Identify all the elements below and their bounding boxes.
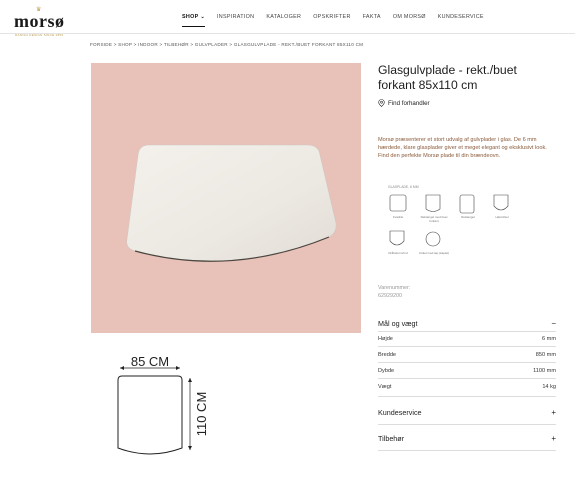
shape-overview: GLASPLADE, 6 MM Kvadrat Rektangel med bu… xyxy=(382,185,532,275)
tilbehor-accordion[interactable]: Tilbehør + xyxy=(378,434,556,443)
divider xyxy=(378,450,556,451)
nav-item-opskrifter[interactable]: OPSKRIFTER xyxy=(313,14,350,20)
nav-item-kataloger[interactable]: KATALOGER xyxy=(266,14,301,20)
shape-label: Rektangel med buet forkant xyxy=(420,215,448,223)
divider xyxy=(378,331,556,332)
shape-label: Rektangel xyxy=(461,215,475,219)
nav-item-kundeservice[interactable]: KUNDESERVICE xyxy=(438,14,484,20)
product-description: Morsø præsenterer et stort udvalg af gul… xyxy=(378,137,547,159)
nav-item-fakta[interactable]: FAKTA xyxy=(363,14,381,20)
expand-icon[interactable]: + xyxy=(551,434,556,443)
location-pin-icon xyxy=(378,99,385,107)
divider xyxy=(378,424,556,425)
variant-label: Varenummer: xyxy=(378,285,411,291)
shape-label: Kvadrat xyxy=(392,215,404,219)
height-label: 110 CM xyxy=(194,392,209,437)
nav-item-shop[interactable]: SHOP ⌄ xyxy=(182,14,205,27)
spec-row: Dybde 1100 mm xyxy=(378,368,556,374)
tilbehor-heading: Tilbehør xyxy=(378,434,405,443)
divider xyxy=(378,396,556,397)
divider xyxy=(378,378,556,379)
nav-item-om-morso[interactable]: OM MORSØ xyxy=(393,14,426,20)
shape-label: Cirkel med tap (kaplet) xyxy=(418,251,450,255)
breadcrumb[interactable]: FORSIDE > SHOP > INDOOR > TILBEHØR > GUL… xyxy=(90,42,363,47)
kundeservice-accordion[interactable]: Kundeservice + xyxy=(378,408,556,417)
dimension-drawing: 85 CM 110 CM xyxy=(100,350,220,465)
brand-name: morsø xyxy=(14,11,65,31)
product-image[interactable] xyxy=(91,63,361,333)
main-nav: SHOP ⌄ INSPIRATION KATALOGER OPSKRIFTER F… xyxy=(182,14,496,27)
spec-row: Vægt 14 kg xyxy=(378,384,556,390)
product-info: Glasgulvplade - rekt./buet forkant 85x11… xyxy=(378,63,556,451)
glass-plate-image xyxy=(126,144,337,262)
specs-heading: Mål og vægt xyxy=(378,319,418,328)
product-title: Glasgulvplade - rekt./buet forkant 85x11… xyxy=(378,63,517,92)
collapse-icon[interactable]: − xyxy=(551,319,556,328)
find-dealer-link[interactable]: Find forhandler xyxy=(378,99,430,107)
width-label: 85 CM xyxy=(131,354,169,369)
shape-label: Dråbeform/rnd xyxy=(388,251,408,255)
spec-row: Højde 6 mm xyxy=(378,336,556,342)
expand-icon[interactable]: + xyxy=(551,408,556,417)
shape-label: Halvcirkel xyxy=(495,215,509,219)
spec-row: Bredde 850 mm xyxy=(378,352,556,358)
nav-item-inspiration[interactable]: INSPIRATION xyxy=(217,14,254,20)
divider xyxy=(378,362,556,363)
chevron-down-icon: ⌄ xyxy=(200,14,205,20)
find-dealer-label: Find forhandler xyxy=(388,99,430,107)
divider xyxy=(378,346,556,347)
kundeservice-heading: Kundeservice xyxy=(378,408,422,417)
specs-accordion[interactable]: Mål og vægt − xyxy=(378,319,556,328)
variant-number: 62929200 xyxy=(378,293,402,299)
header-divider xyxy=(0,33,575,34)
